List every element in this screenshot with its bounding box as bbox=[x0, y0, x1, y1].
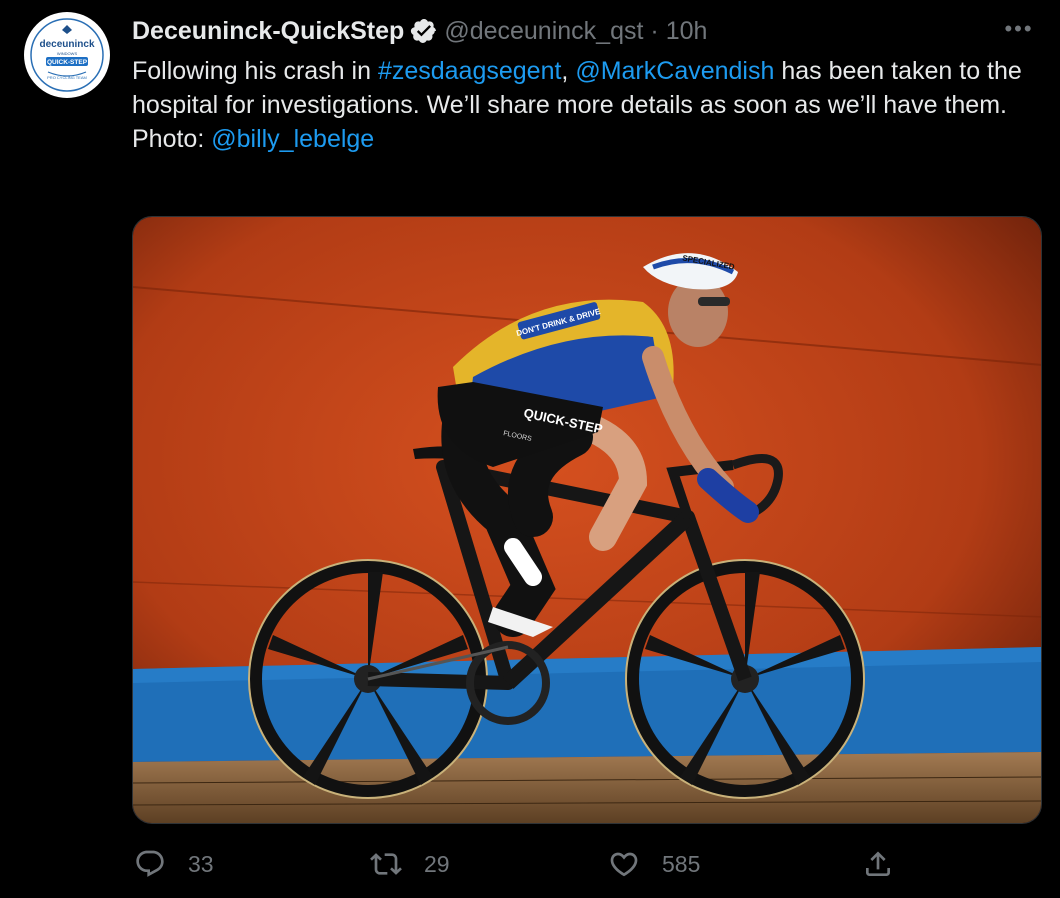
svg-text:QUICK-STEP: QUICK-STEP bbox=[47, 59, 88, 66]
like-button[interactable]: 585 bbox=[608, 842, 700, 886]
separator-dot: · bbox=[650, 16, 659, 45]
svg-text:WINDOWS: WINDOWS bbox=[57, 51, 78, 56]
team-logo: deceuninck WINDOWS QUICK-STEP PRO CYCLIN… bbox=[25, 13, 109, 97]
tweet-photo[interactable]: DON'T DRINK & DRIVE QUICK-STEP FLOORS SP… bbox=[132, 216, 1042, 824]
share-button[interactable] bbox=[862, 842, 894, 886]
reply-count: 33 bbox=[188, 850, 214, 877]
cyclist-photo: DON'T DRINK & DRIVE QUICK-STEP FLOORS SP… bbox=[133, 217, 1041, 823]
verified-badge-icon bbox=[411, 19, 437, 43]
handle[interactable]: @deceuninck_qst bbox=[444, 17, 643, 46]
photo-label: Photo: bbox=[132, 125, 212, 153]
heart-icon bbox=[610, 852, 638, 877]
like-count: 585 bbox=[662, 850, 701, 877]
reply-button[interactable]: 33 bbox=[134, 842, 214, 886]
retweet-button[interactable]: 29 bbox=[370, 842, 450, 886]
profile-avatar[interactable]: deceuninck WINDOWS QUICK-STEP PRO CYCLIN… bbox=[24, 12, 110, 98]
hashtag-link[interactable]: #zesdaagsegent bbox=[378, 57, 561, 85]
mention-link[interactable]: @MarkCavendish bbox=[575, 57, 774, 85]
more-options-icon[interactable]: ••• bbox=[1004, 14, 1034, 44]
tweet-text-segment: , bbox=[561, 57, 576, 85]
svg-text:deceuninck: deceuninck bbox=[39, 39, 94, 50]
timestamp[interactable]: 10h bbox=[666, 17, 708, 46]
display-name[interactable]: Deceuninck-QuickStep bbox=[132, 17, 404, 46]
photo-credit-link[interactable]: @billy_lebelge bbox=[211, 125, 374, 153]
share-icon bbox=[866, 851, 890, 876]
reply-icon bbox=[136, 850, 164, 877]
retweet-count: 29 bbox=[424, 850, 450, 877]
svg-text:PRO CYCLING TEAM: PRO CYCLING TEAM bbox=[47, 75, 87, 80]
tweet-header: Deceuninck-QuickStep @deceuninck_qst · 1… bbox=[132, 14, 707, 48]
retweet-icon bbox=[370, 853, 402, 875]
tweet-actions: 33 29 585 bbox=[132, 842, 902, 886]
tweet-text: Following his crash in #zesdaagsegent, @… bbox=[132, 54, 1047, 156]
tweet-text-segment: Following his crash in bbox=[132, 57, 378, 85]
